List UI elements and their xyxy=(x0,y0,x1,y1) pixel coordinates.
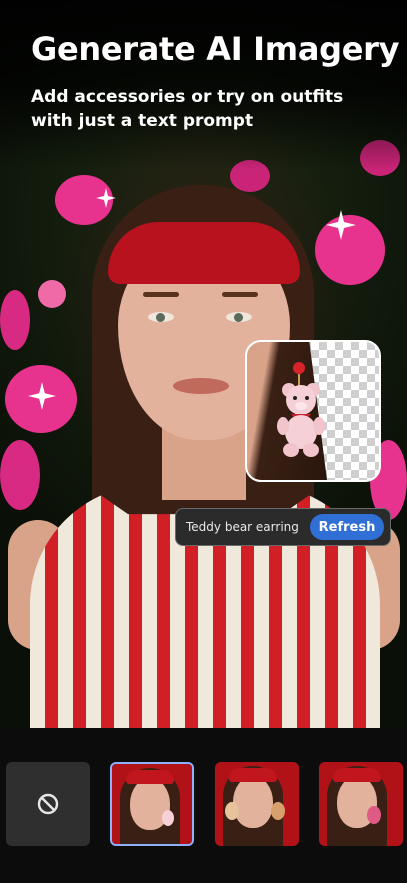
flower xyxy=(0,290,30,350)
sparkle-icon xyxy=(96,188,116,208)
right-eyebrow xyxy=(222,292,258,297)
refresh-button[interactable]: Refresh xyxy=(310,514,384,540)
thumbnail-variant-3[interactable] xyxy=(319,762,403,846)
sparkle-icon xyxy=(326,210,356,240)
teddy-bear-earring-icon xyxy=(277,362,325,457)
red-headband xyxy=(108,222,300,284)
left-eyebrow xyxy=(143,292,179,297)
thumbnail-headband xyxy=(126,770,174,784)
earring-preview-card xyxy=(245,340,381,482)
bear-earring-icon xyxy=(271,802,285,820)
thumbnail-variant-2[interactable] xyxy=(215,762,299,846)
prompt-text[interactable]: Teddy bear earring xyxy=(186,520,299,534)
left-eye xyxy=(148,312,174,322)
teddy-bear-earring-icon xyxy=(162,810,174,826)
sparkle-icon xyxy=(28,382,56,410)
thumbnail-headband xyxy=(229,768,277,782)
page-title: Generate AI Imagery xyxy=(31,30,400,68)
bear-earring-icon xyxy=(367,806,381,824)
lips xyxy=(173,378,229,394)
prompt-bar[interactable]: Teddy bear earring Refresh xyxy=(175,508,391,546)
right-eye xyxy=(226,312,252,322)
flower xyxy=(38,280,66,308)
page-subtitle: Add accessories or try on outfits with j… xyxy=(31,87,344,131)
thumbnail-teddy-bear-earring[interactable] xyxy=(110,762,194,846)
no-symbol-icon xyxy=(37,793,59,815)
thumbnail-face xyxy=(233,776,273,828)
bear-earring-icon xyxy=(225,802,239,820)
thumbnail-headband xyxy=(333,768,381,782)
flower xyxy=(0,440,40,510)
thumbnail-none[interactable] xyxy=(6,762,90,846)
